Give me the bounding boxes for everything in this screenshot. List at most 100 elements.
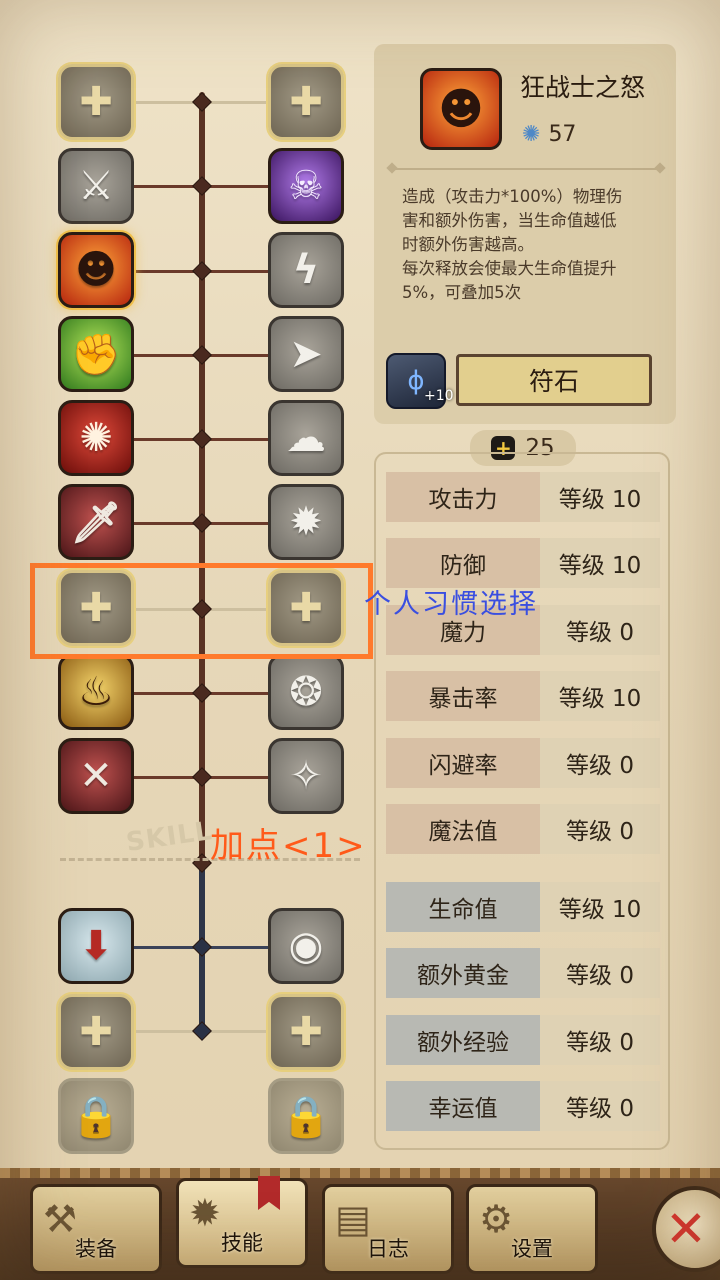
tab-skills[interactable]: ✹ 技能 xyxy=(176,1178,308,1268)
flame-icon: ♨ xyxy=(78,669,114,715)
stat-name: 额外黄金 xyxy=(386,948,540,998)
tab-label: 设置 xyxy=(511,1237,553,1261)
skill-icon-sparkle[interactable]: ✧ xyxy=(268,738,344,814)
skill-cost-value: 57 xyxy=(548,122,577,147)
boulder-icon: ❂ xyxy=(289,669,323,715)
tab-equipment[interactable]: ⚒ 装备 xyxy=(30,1184,162,1274)
rage-face-icon: ☻ xyxy=(438,83,484,135)
annotation-note: 个人习惯选择 xyxy=(364,589,538,620)
stat-row[interactable]: 额外经验 等级 0 xyxy=(386,1015,660,1065)
tree-node xyxy=(192,261,212,281)
stat-name: 闪避率 xyxy=(386,738,540,788)
skill-icon-boulder[interactable]: ❂ xyxy=(268,654,344,730)
lock-icon: 🔒 xyxy=(71,1093,121,1140)
stat-row[interactable]: 防御 等级 10 xyxy=(386,538,660,588)
stat-row[interactable]: 生命值 等级 10 xyxy=(386,882,660,932)
tree-node xyxy=(192,1021,212,1041)
rune-count: +10 xyxy=(424,388,454,404)
stat-name: 生命值 xyxy=(386,882,540,932)
panel-divider xyxy=(392,168,660,170)
skill-slot-add[interactable]: ✚ xyxy=(58,994,134,1070)
axe-icon: ⚒ xyxy=(43,1197,78,1241)
skill-icon-dash[interactable]: ➤ xyxy=(268,316,344,392)
skill-icon-golden-aura[interactable]: ♨ xyxy=(58,654,134,730)
tree-node xyxy=(192,345,212,365)
stat-row[interactable]: 额外黄金 等级 0 xyxy=(386,948,660,998)
tree-node xyxy=(192,429,212,449)
skill-cost: ✺ 57 xyxy=(522,122,576,147)
skills-screen: SKILL ✚ ⚔ ☻ ✊ ✺ 🗡 ✚ ♨ ✕ ⬇ ✚ 🔒 ✚ ☠ ϟ ➤ ☁ … xyxy=(0,0,720,1280)
skill-icon-strike[interactable]: ⚔ xyxy=(58,148,134,224)
stat-name: 魔法值 xyxy=(386,804,540,854)
ghost-icon: ☠ xyxy=(288,163,324,209)
skill-description: 造成（攻击力*100%）物理伤 害和额外伤害，当生命值越低 时额外伤害越高。 每… xyxy=(402,185,652,305)
stat-row[interactable]: 魔法值 等级 0 xyxy=(386,804,660,854)
bomb-icon: ⬇ xyxy=(79,923,113,969)
sword-cross-icon: ✕ xyxy=(79,753,113,799)
skill-icon-eye-burst[interactable]: ✹ xyxy=(268,484,344,560)
stat-level: 等级 10 xyxy=(540,538,660,588)
skill-icon-berserker-rage[interactable]: ☻ xyxy=(58,232,134,308)
skill-icon-bomb[interactable]: ⬇ xyxy=(58,908,134,984)
tree-node xyxy=(192,937,212,957)
tab-label: 装备 xyxy=(75,1237,117,1261)
desc-line: 时额外伤害越高。 xyxy=(402,235,534,254)
gear-icon: ⚙ xyxy=(479,1197,514,1241)
plus-icon: ✚ xyxy=(79,79,113,125)
tree-node xyxy=(192,92,212,112)
lightning-icon: ϟ xyxy=(292,247,320,293)
skill-slot-locked: 🔒 xyxy=(58,1078,134,1154)
gem-icon: ✺ xyxy=(522,122,541,147)
lock-icon: 🔒 xyxy=(281,1093,331,1140)
dagger-icon: 🗡 xyxy=(70,499,122,546)
stat-row[interactable]: 攻击力 等级 10 xyxy=(386,472,660,522)
muscle-icon: ✊ xyxy=(71,331,121,378)
skill-icon-dagger[interactable]: 🗡 xyxy=(58,484,134,560)
stat-level: 等级 10 xyxy=(540,882,660,932)
stat-name: 攻击力 xyxy=(386,472,540,522)
desc-line: 5%，可叠加5次 xyxy=(402,283,522,302)
skill-icon-whirl[interactable]: ✺ xyxy=(58,400,134,476)
plus-icon: ✚ xyxy=(79,1009,113,1055)
skill-icon-sword-cross[interactable]: ✕ xyxy=(58,738,134,814)
burst-icon: ✹ xyxy=(289,499,323,545)
plus-icon: ✚ xyxy=(289,1009,323,1055)
stat-level: 等级 0 xyxy=(540,738,660,788)
stat-name: 额外经验 xyxy=(386,1015,540,1065)
stat-level: 等级 0 xyxy=(540,948,660,998)
sparkle-icon: ✧ xyxy=(289,753,323,799)
tree-node xyxy=(192,176,212,196)
eye-icon: ◉ xyxy=(288,923,324,969)
desc-line: 造成（攻击力*100%）物理伤 xyxy=(402,187,623,206)
tree-node xyxy=(192,767,212,787)
selected-skill-icon: ☻ xyxy=(420,68,502,150)
rune-button[interactable]: 符石 xyxy=(456,354,652,406)
skill-slot-add[interactable]: ✚ xyxy=(268,64,344,140)
skill-icon-smoke[interactable]: ☁ xyxy=(268,400,344,476)
skill-slot-add[interactable]: ✚ xyxy=(268,994,344,1070)
stat-row[interactable]: 暴击率 等级 10 xyxy=(386,671,660,721)
smoke-icon: ☁ xyxy=(286,415,326,461)
skill-icon-lightning[interactable]: ϟ xyxy=(268,232,344,308)
skill-slot-add[interactable]: ✚ xyxy=(58,64,134,140)
whirl-icon: ✺ xyxy=(79,415,113,461)
skill-title: 狂战士之怒 xyxy=(520,73,646,102)
rage-face-icon: ☻ xyxy=(75,247,117,293)
stat-level: 等级 0 xyxy=(540,1015,660,1065)
tab-settings[interactable]: ⚙ 设置 xyxy=(466,1184,598,1274)
stat-level: 等级 0 xyxy=(540,1081,660,1131)
skill-tree-trunk xyxy=(199,92,205,867)
skill-icon-strength[interactable]: ✊ xyxy=(58,316,134,392)
skill-icon-shadow[interactable]: ☠ xyxy=(268,148,344,224)
plus-icon: ✚ xyxy=(289,79,323,125)
stat-row[interactable]: 幸运值 等级 0 xyxy=(386,1081,660,1131)
stat-row[interactable]: 闪避率 等级 0 xyxy=(386,738,660,788)
stat-level: 等级 10 xyxy=(540,671,660,721)
tab-label: 技能 xyxy=(221,1231,263,1255)
skill-sun-icon: ✹ xyxy=(189,1191,221,1235)
skill-icon-eye[interactable]: ◉ xyxy=(268,908,344,984)
tab-label: 日志 xyxy=(367,1237,409,1261)
tab-journal[interactable]: ▤ 日志 xyxy=(322,1184,454,1274)
stat-name: 暴击率 xyxy=(386,671,540,721)
desc-line: 每次释放会使最大生命值提升 xyxy=(402,259,617,278)
